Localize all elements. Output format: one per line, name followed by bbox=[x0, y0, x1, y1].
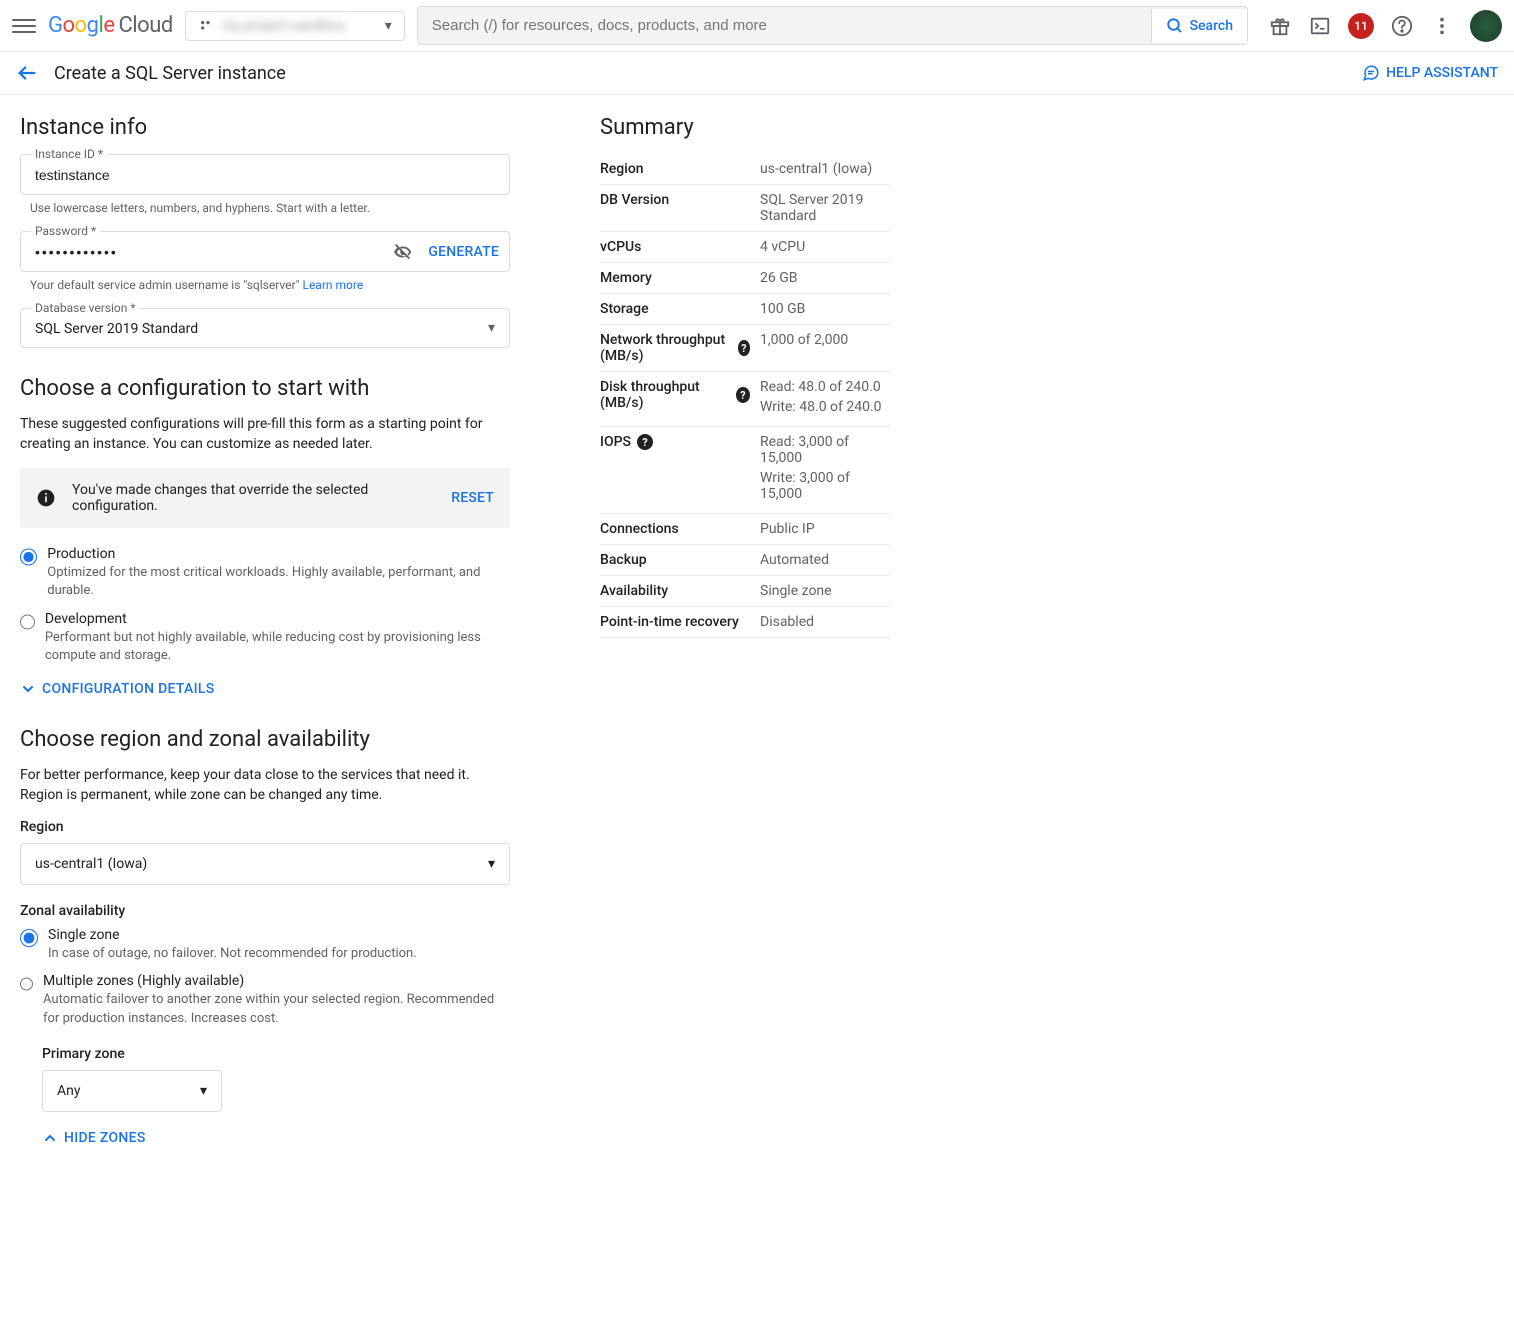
summary-value: 100 GB bbox=[760, 301, 890, 317]
instance-info-heading: Instance info bbox=[20, 115, 510, 140]
summary-key: Backup bbox=[600, 552, 750, 568]
summary-value: Read: 48.0 of 240.0Write: 48.0 of 240.0 bbox=[760, 379, 890, 419]
db-version-select[interactable]: Database version * SQL Server 2019 Stand… bbox=[20, 308, 510, 348]
region-heading: Choose region and zonal availability bbox=[20, 727, 510, 752]
summary-value: us-central1 (Iowa) bbox=[760, 161, 890, 177]
region-desc: For better performance, keep your data c… bbox=[20, 766, 510, 805]
summary-value: SQL Server 2019 Standard bbox=[760, 192, 890, 224]
summary-row: Storage 100 GB bbox=[600, 294, 890, 325]
config-desc: These suggested configurations will pre-… bbox=[20, 415, 510, 454]
summary-row: Backup Automated bbox=[600, 545, 890, 576]
visibility-off-icon[interactable] bbox=[392, 241, 414, 263]
gift-icon[interactable] bbox=[1268, 14, 1292, 38]
info-icon bbox=[36, 488, 56, 508]
production-radio[interactable] bbox=[20, 548, 37, 566]
help-icon[interactable]: ? bbox=[637, 434, 653, 450]
summary-key: Memory bbox=[600, 270, 750, 286]
region-label: Region bbox=[20, 819, 510, 835]
page-title: Create a SQL Server instance bbox=[54, 63, 286, 84]
single-zone-radio[interactable] bbox=[20, 929, 38, 947]
summary-row: Connections Public IP bbox=[600, 514, 890, 545]
search-input[interactable] bbox=[418, 7, 1151, 44]
caret-down-icon: ▾ bbox=[488, 856, 495, 872]
config-option-production[interactable]: Production Optimized for the most critic… bbox=[20, 546, 510, 600]
config-option-development[interactable]: Development Performant but not highly av… bbox=[20, 611, 510, 665]
caret-down-icon: ▾ bbox=[200, 1083, 207, 1099]
zone-option-single[interactable]: Single zone In case of outage, no failov… bbox=[20, 927, 510, 963]
development-radio[interactable] bbox=[20, 613, 35, 631]
summary-key: DB Version bbox=[600, 192, 750, 208]
summary-value: 26 GB bbox=[760, 270, 890, 286]
summary-row: Network throughput (MB/s)? 1,000 of 2,000 bbox=[600, 325, 890, 372]
password-hint: Your default service admin username is "… bbox=[30, 278, 510, 292]
help-icon[interactable] bbox=[1390, 14, 1414, 38]
avatar[interactable] bbox=[1470, 10, 1502, 42]
help-assistant-button[interactable]: HELP ASSISTANT bbox=[1362, 64, 1498, 82]
summary-row: Region us-central1 (Iowa) bbox=[600, 154, 890, 185]
config-details-toggle[interactable]: CONFIGURATION DETAILS bbox=[20, 681, 510, 697]
override-banner: You've made changes that override the se… bbox=[20, 468, 510, 528]
notification-badge[interactable]: 11 bbox=[1348, 13, 1374, 39]
project-name: my-project-sandbox bbox=[222, 18, 377, 34]
summary-row: Availability Single zone bbox=[600, 576, 890, 607]
summary-key: Disk throughput (MB/s)? bbox=[600, 379, 750, 411]
summary-key: Network throughput (MB/s)? bbox=[600, 332, 750, 364]
summary-value: Read: 3,000 of 15,000Write: 3,000 of 15,… bbox=[760, 434, 890, 506]
reset-button[interactable]: RESET bbox=[451, 490, 494, 506]
instance-id-field[interactable]: Instance ID * bbox=[20, 154, 510, 195]
cloud-shell-icon[interactable] bbox=[1308, 14, 1332, 38]
multiple-zone-radio[interactable] bbox=[20, 975, 33, 993]
summary-value: Public IP bbox=[760, 521, 890, 537]
search-bar: Search bbox=[417, 6, 1248, 45]
summary-value: Disabled bbox=[760, 614, 890, 630]
top-bar: GoogleCloud my-project-sandbox ▾ Search … bbox=[0, 0, 1514, 52]
search-button[interactable]: Search bbox=[1151, 9, 1247, 43]
summary-row: vCPUs 4 vCPU bbox=[600, 232, 890, 263]
summary-key: Point-in-time recovery bbox=[600, 614, 750, 630]
menu-icon[interactable] bbox=[12, 14, 36, 38]
summary-row: Point-in-time recovery Disabled bbox=[600, 607, 890, 638]
page-header: Create a SQL Server instance HELP ASSIST… bbox=[0, 52, 1514, 95]
caret-down-icon: ▾ bbox=[488, 320, 495, 336]
summary-key: Connections bbox=[600, 521, 750, 537]
summary-row: DB Version SQL Server 2019 Standard bbox=[600, 185, 890, 232]
help-icon[interactable]: ? bbox=[736, 387, 750, 403]
summary-value: 4 vCPU bbox=[760, 239, 890, 255]
summary-value: Single zone bbox=[760, 583, 890, 599]
summary-key: Storage bbox=[600, 301, 750, 317]
summary-key: Availability bbox=[600, 583, 750, 599]
project-selector[interactable]: my-project-sandbox ▾ bbox=[185, 11, 405, 41]
summary-value: 1,000 of 2,000 bbox=[760, 332, 890, 348]
primary-zone-select[interactable]: Any ▾ bbox=[42, 1070, 222, 1112]
help-icon[interactable]: ? bbox=[738, 340, 750, 356]
summary-table: Region us-central1 (Iowa) DB Version SQL Se… bbox=[600, 154, 890, 638]
generate-button[interactable]: GENERATE bbox=[428, 244, 499, 260]
zone-option-multiple[interactable]: Multiple zones (Highly available) Automa… bbox=[20, 973, 510, 1027]
summary-key: IOPS? bbox=[600, 434, 750, 450]
region-select[interactable]: us-central1 (Iowa) ▾ bbox=[20, 843, 510, 885]
more-icon[interactable] bbox=[1430, 14, 1454, 38]
learn-more-link[interactable]: Learn more bbox=[302, 278, 363, 292]
summary-row: Disk throughput (MB/s)? Read: 48.0 of 240… bbox=[600, 372, 890, 427]
zonal-label: Zonal availability bbox=[20, 903, 510, 919]
summary-value: Automated bbox=[760, 552, 890, 568]
summary-row: IOPS? Read: 3,000 of 15,000Write: 3,000 o… bbox=[600, 427, 890, 514]
instance-id-hint: Use lowercase letters, numbers, and hyph… bbox=[30, 201, 510, 215]
summary-heading: Summary bbox=[600, 115, 890, 140]
primary-zone-label: Primary zone bbox=[42, 1046, 510, 1062]
instance-id-input[interactable] bbox=[35, 167, 495, 183]
hide-zones-toggle[interactable]: HIDE ZONES bbox=[42, 1130, 510, 1146]
caret-down-icon: ▾ bbox=[385, 18, 392, 34]
google-cloud-logo[interactable]: GoogleCloud bbox=[48, 13, 173, 38]
password-field[interactable]: Password * GENERATE bbox=[20, 231, 510, 272]
summary-row: Memory 26 GB bbox=[600, 263, 890, 294]
summary-key: Region bbox=[600, 161, 750, 177]
back-arrow-icon[interactable] bbox=[16, 62, 38, 84]
summary-key: vCPUs bbox=[600, 239, 750, 255]
config-heading: Choose a configuration to start with bbox=[20, 376, 510, 401]
